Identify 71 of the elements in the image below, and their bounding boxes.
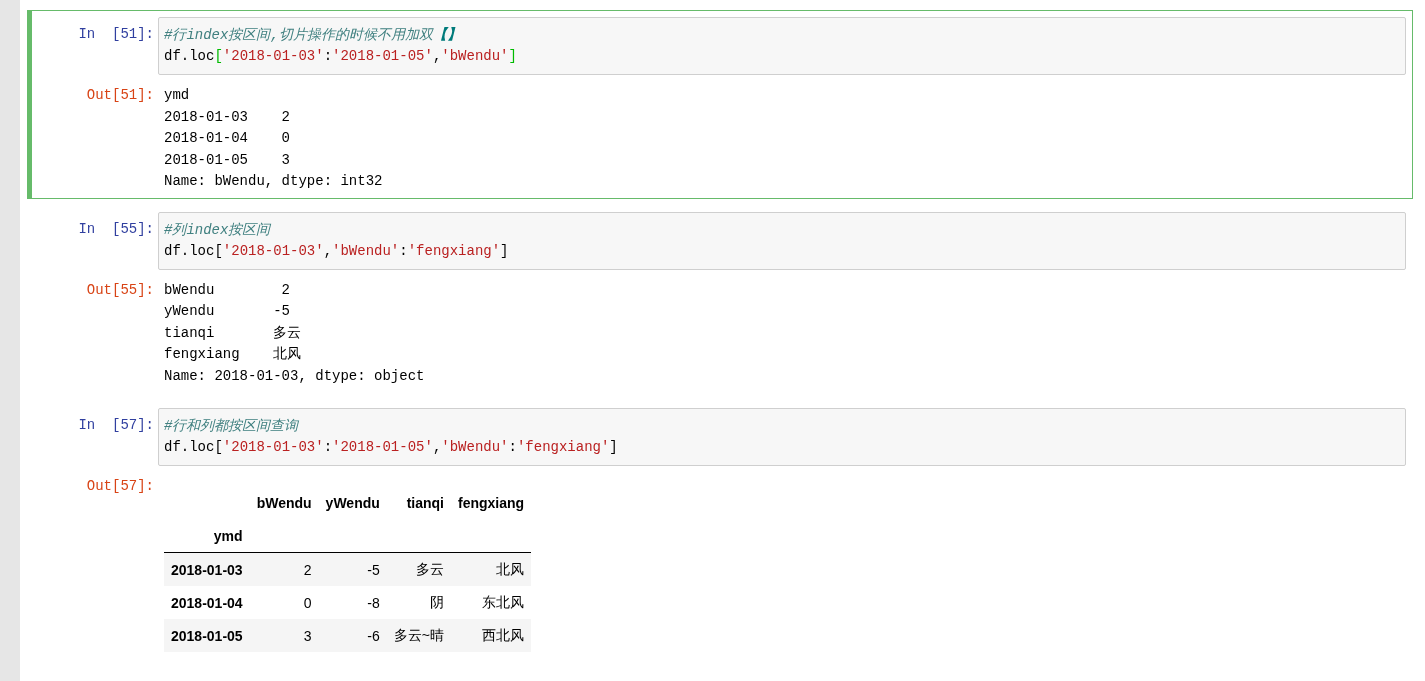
notebook-cell[interactable]: In [55]: #列index按区间 df.loc['2018-01-03','bWendu':'fengxiang'] Out[55]: bWendu 2 yWendu -5 tianqi 多云 fengxiang 北风 Name: 2018-01-03, dtype: object (27, 204, 1413, 395)
code-token: df.loc (164, 242, 215, 259)
table-cell: 多云 (416, 560, 444, 577)
code-token: '2018-01-03' (222, 242, 324, 259)
row-index: 2018-01-04 (171, 594, 243, 611)
index-name: ymd (213, 527, 243, 544)
output-line: tianqi 多云 (164, 323, 303, 343)
code-editor[interactable]: #列index按区间 df.loc['2018-01-03','bWendu':'fengxiang'] (158, 211, 1406, 270)
code-token: 'bWendu' (332, 242, 400, 259)
code-token: 'bWendu' (441, 439, 509, 455)
output-line: 2018-01-04 0 (164, 129, 292, 148)
code-token: '2018-01-05' (332, 439, 433, 455)
code-token: '2018-01-03' (222, 48, 324, 64)
code-comment: #行index按区间,切片操作的时候不用加双【】 (164, 27, 461, 43)
output-line: 2018-01-03 2 (164, 107, 292, 127)
code-token: , (432, 48, 442, 64)
column-header: tianqi (406, 494, 444, 511)
table-cell: 2 (303, 561, 312, 578)
code-token: '2018-01-05' (332, 48, 433, 64)
table-cell: 北风 (496, 560, 525, 577)
code-token: df.loc (164, 48, 215, 64)
code-token: : (508, 439, 517, 455)
code-token: 'fengxiang' (407, 242, 501, 259)
notebook-cell[interactable]: In [51]: #行index按区间,切片操作的时候不用加双【】 df.loc['2018-01-03':'2018-01-05','bWendu'] Out[51]: ymd 2018-01-03 2 2018-01-04 0 2018-01-05 3 Name: bWendu, dtype: int32 (27, 10, 1413, 199)
code-comment: #列index按区间 (164, 221, 271, 238)
code-token: ] (508, 48, 517, 64)
table-cell: 西北风 (482, 626, 525, 643)
output-line: Name: 2018-01-03, dtype: object (164, 366, 426, 386)
code-editor[interactable]: #行index按区间,切片操作的时候不用加双【】 df.loc['2018-01-03':'2018-01-05','bWendu'] (158, 17, 1406, 75)
code-token: : (323, 48, 333, 64)
notebook-cell[interactable]: In [57]: #行和列都按区间查询 df.loc['2018-01-03':'2018-01-05','bWendu':'fengxiang'] Out[57]: bWendu yWendu tianqi fengxiang ymd 2018-01-03 2 -5 多云 北风 2018-01-04 0 -8 阴 东北风 2018-01-05 3 -6 多云~晴 西北风 (27, 401, 1413, 660)
input-prompt: In [51]: (77, 25, 155, 44)
table-cell: 阴 (430, 593, 444, 610)
output-line: fengxiang 北风 (164, 345, 303, 364)
table-cell: 0 (303, 594, 312, 611)
code-token: 'bWendu' (441, 48, 509, 64)
column-header: yWendu (325, 494, 380, 511)
table-cell: -8 (367, 594, 380, 611)
code-token: ] (609, 439, 618, 455)
code-token: '2018-01-03' (222, 439, 324, 455)
column-header: bWendu (256, 494, 312, 511)
row-index: 2018-01-05 (171, 627, 243, 644)
output-prompt: Out[57]: (85, 477, 155, 496)
output-line: ymd (164, 86, 191, 105)
code-token: , (323, 242, 333, 259)
table-cell: 东北风 (482, 593, 525, 610)
code-token: [ (214, 242, 223, 259)
code-token: [ (214, 439, 223, 455)
code-token: : (323, 439, 333, 455)
table-cell: 多云~晴 (393, 626, 444, 643)
code-token: df.loc (164, 439, 215, 455)
code-comment: #行和列都按区间查询 (164, 418, 299, 434)
table-cell: -6 (367, 627, 380, 644)
input-prompt: In [57]: (77, 416, 155, 435)
input-prompt: In [55]: (77, 219, 155, 239)
output-prompt: Out[51]: (85, 86, 155, 105)
code-editor[interactable]: #行和列都按区间查询 df.loc['2018-01-03':'2018-01-05','bWendu':'fengxiang'] (158, 408, 1406, 466)
output-line: yWendu -5 (164, 302, 292, 321)
code-token: [ (214, 48, 223, 64)
output-line: bWendu 2 (164, 280, 292, 300)
row-index: 2018-01-03 (171, 561, 243, 578)
code-token: ] (500, 242, 509, 259)
code-token: 'fengxiang' (516, 439, 610, 455)
column-header: fengxiang (458, 494, 525, 511)
output-line: Name: bWendu, dtype: int32 (164, 172, 384, 191)
table-cell: 3 (303, 627, 312, 644)
code-token: : (399, 242, 408, 259)
table-cell: -5 (367, 561, 380, 578)
output-prompt: Out[55]: (85, 280, 155, 300)
output-line: 2018-01-05 3 (164, 150, 292, 170)
code-token: , (432, 439, 442, 455)
